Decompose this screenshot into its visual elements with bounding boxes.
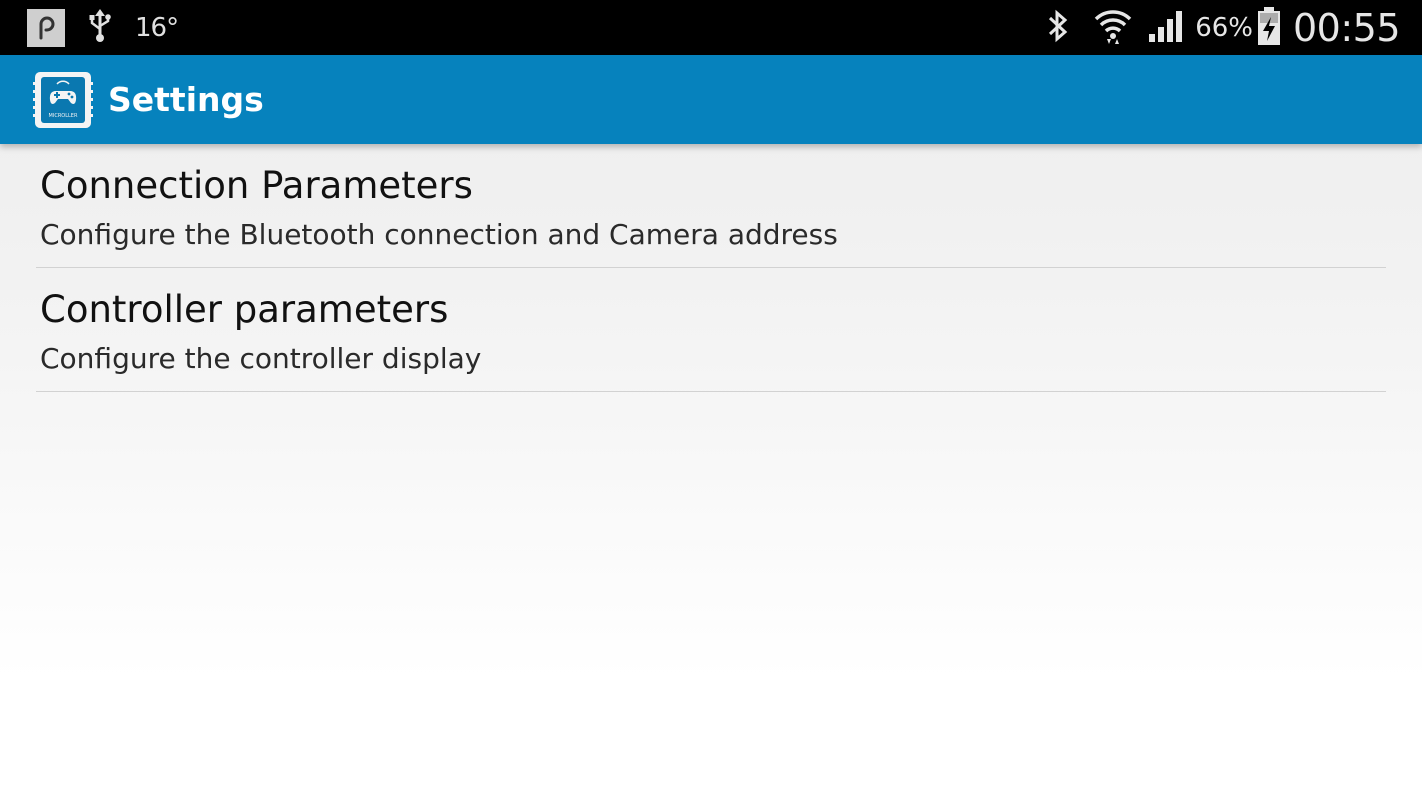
status-bar: 16° 66% 00:55 xyxy=(0,0,1422,55)
wifi-icon xyxy=(1093,6,1133,50)
signal-icon xyxy=(1147,8,1185,48)
app-icon-label: MICROLLER xyxy=(49,113,78,119)
microller-app-icon[interactable]: MICROLLER xyxy=(33,70,93,130)
bluetooth-icon xyxy=(1045,8,1071,48)
page-title: Settings xyxy=(108,80,264,119)
temperature: 16° xyxy=(135,12,179,43)
battery-charging-icon xyxy=(1257,6,1281,50)
pref-title: Connection Parameters xyxy=(40,164,473,207)
divider xyxy=(36,391,1386,392)
battery-percent: 66% xyxy=(1195,12,1253,43)
pref-connection-parameters[interactable]: Connection Parameters Configure the Blue… xyxy=(0,144,1422,268)
clock: 00:55 xyxy=(1292,5,1401,50)
pref-summary: Configure the controller display xyxy=(40,342,482,375)
action-bar: MICROLLER Settings xyxy=(0,55,1422,144)
pref-title: Controller parameters xyxy=(40,288,449,331)
settings-list: Connection Parameters Configure the Blue… xyxy=(0,144,1422,392)
pref-controller-parameters[interactable]: Controller parameters Configure the cont… xyxy=(0,268,1422,392)
pref-summary: Configure the Bluetooth connection and C… xyxy=(40,218,838,251)
usb-icon xyxy=(87,8,113,47)
p-notification-icon xyxy=(27,8,65,47)
